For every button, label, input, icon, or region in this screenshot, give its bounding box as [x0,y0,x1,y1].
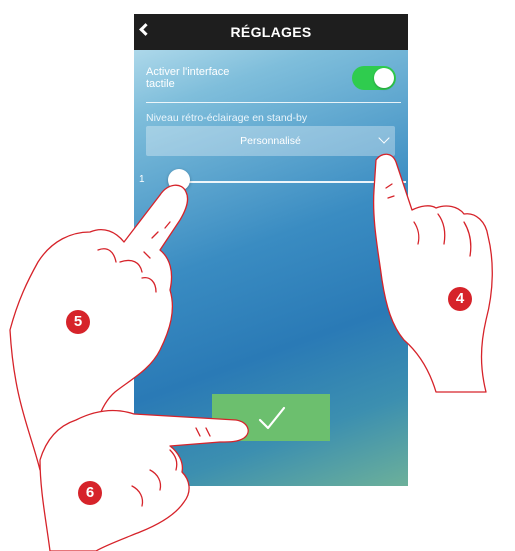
hand-confirm-icon [39,409,249,551]
callout-5: 5 [66,310,90,334]
hand-dropdown-icon [372,153,493,393]
gesture-illustration [9,153,493,551]
callout-6: 6 [78,481,102,505]
callout-4: 4 [448,287,472,311]
